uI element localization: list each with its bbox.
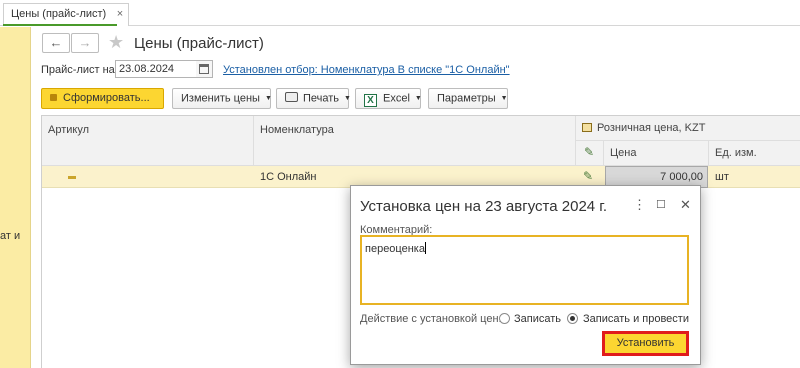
page-title: Цены (прайс-лист) [134, 35, 264, 52]
maximize-icon[interactable]: ☐ [656, 198, 666, 211]
column-header-label: Номенклатура [260, 124, 334, 136]
generate-label: Сформировать... [63, 92, 150, 104]
generate-button[interactable]: Сформировать... [41, 88, 164, 109]
parameters-button[interactable]: Параметры ▼ [428, 88, 508, 109]
price-type-icon [582, 123, 592, 132]
change-prices-label: Изменить цены [181, 92, 260, 105]
price-list-date-label: Прайс-лист на: [41, 64, 118, 76]
column-header-edit: ✎ [576, 141, 604, 166]
print-label: Печать [303, 92, 340, 105]
column-header-label: Цена [610, 147, 637, 159]
column-header-unit[interactable]: Ед. изм. [709, 141, 800, 166]
column-header-nomenclature[interactable]: Номенклатура [254, 116, 576, 166]
column-group-retail-price: Розничная цена, KZT [576, 116, 800, 141]
cell-unit[interactable]: шт [709, 166, 729, 188]
excel-button[interactable]: X Excel ▼ [355, 88, 422, 109]
apply-button[interactable]: Установить [602, 331, 689, 356]
calendar-button[interactable] [196, 60, 213, 78]
row-marker-icon [68, 176, 76, 179]
tab-price-list[interactable]: Цены (прайс-лист) × [3, 3, 130, 27]
chevron-down-icon: ▼ [414, 95, 422, 102]
set-prices-dialog: Установка цен на 23 августа 2024 г. ⋮ ☐ … [350, 185, 701, 365]
chevron-down-icon: ▼ [344, 95, 351, 102]
sections-panel-text[interactable]: ат и [0, 230, 20, 242]
close-icon[interactable]: × [117, 4, 123, 25]
forward-button[interactable]: → [71, 33, 99, 53]
active-tab-indicator [3, 24, 117, 26]
column-header-price[interactable]: Цена [604, 141, 709, 166]
radio-save[interactable] [499, 313, 510, 324]
arrow-left-icon: ← [49, 35, 63, 50]
close-icon[interactable]: ✕ [680, 197, 691, 213]
pencil-icon[interactable]: ✎ [583, 169, 593, 183]
comment-field[interactable]: переоценка [360, 235, 689, 305]
comment-value: переоценка [365, 243, 425, 255]
filter-link[interactable]: Установлен отбор: Номенклатура В списке … [223, 64, 510, 76]
arrow-right-icon: → [78, 35, 92, 50]
more-menu-icon[interactable]: ⋮ [633, 197, 646, 213]
printer-icon [285, 92, 298, 103]
sections-panel: ат и [0, 27, 31, 368]
favorite-star-icon[interactable]: ★ [108, 32, 124, 53]
price-list-date-field[interactable]: 23.08.2024 [115, 60, 197, 78]
print-button[interactable]: Печать ▼ [276, 88, 351, 109]
dialog-title: Установка цен на 23 августа 2024 г. [360, 198, 608, 215]
tab-label: Цены (прайс-лист) [11, 8, 107, 20]
action-label: Действие с установкой цен: [360, 313, 502, 325]
calendar-icon [199, 64, 209, 74]
change-prices-button[interactable]: Изменить цены ▼ [172, 88, 272, 109]
excel-icon: X [364, 94, 377, 108]
back-button[interactable]: ← [42, 33, 70, 53]
tab-strip: Цены (прайс-лист) × [0, 0, 800, 27]
column-header-label: Ед. изм. [715, 147, 757, 159]
radio-save-label[interactable]: Записать [514, 313, 561, 325]
radio-save-and-post-label[interactable]: Записать и провести [583, 313, 689, 325]
run-icon [50, 94, 57, 101]
column-header-label: Артикул [48, 124, 90, 136]
column-group-label: Розничная цена, KZT [597, 122, 706, 134]
text-caret [424, 242, 426, 254]
column-header-article[interactable]: Артикул [42, 116, 254, 166]
chevron-down-icon: ▼ [500, 95, 508, 102]
chevron-down-icon: ▼ [264, 95, 272, 102]
radio-save-and-post[interactable] [567, 313, 578, 324]
parameters-label: Параметры [437, 92, 496, 105]
cell-nomenclature[interactable]: 1С Онлайн [254, 166, 317, 188]
pencil-icon: ✎ [584, 145, 595, 159]
excel-label: Excel [383, 92, 410, 105]
